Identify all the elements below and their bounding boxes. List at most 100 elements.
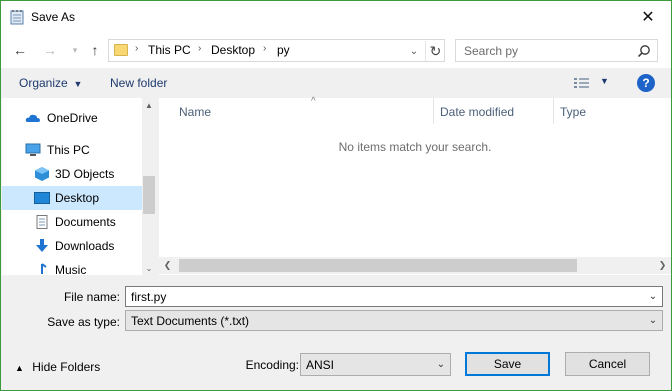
search-box (455, 39, 658, 62)
computer-icon (25, 143, 41, 156)
save-as-type-label: Save as type: (21, 315, 120, 329)
search-input[interactable] (456, 40, 631, 61)
organize-label: Organize (19, 76, 68, 90)
chevron-down-icon: ⌄ (145, 263, 153, 273)
encoding-label: Encoding: (237, 358, 299, 372)
nav-item-desktop[interactable]: Desktop (2, 186, 142, 210)
nav-item-3d-objects[interactable]: 3D Objects (2, 162, 142, 186)
documents-icon (36, 215, 48, 229)
up-button[interactable]: ↑ (85, 40, 105, 60)
scroll-up-button[interactable]: ▲ (142, 98, 156, 112)
scrollbar-thumb[interactable] (179, 259, 577, 272)
nav-label: This PC (47, 143, 90, 157)
arrow-right-icon: → (43, 42, 57, 58)
chevron-right-icon: › (198, 43, 202, 54)
column-label: Name (179, 105, 212, 119)
chevron-down-icon: ▾ (72, 44, 78, 55)
nav-label: OneDrive (47, 111, 98, 125)
column-label: Date modified (440, 105, 515, 119)
navigation-scrollbar[interactable]: ▲ ⌄ (142, 98, 156, 275)
address-bar[interactable]: › This PC › Desktop › py ⌄ ↻ (108, 39, 445, 62)
chevron-down-icon: ⌄ (648, 315, 658, 326)
chevron-left-icon: ❮ (163, 260, 172, 270)
sort-caret-icon: ^ (311, 96, 316, 107)
file-name-input[interactable] (126, 287, 662, 306)
close-icon: ✕ (641, 8, 655, 26)
search-icon[interactable] (637, 44, 651, 58)
new-folder-button[interactable]: New folder (110, 76, 167, 90)
nav-label: Music (55, 263, 87, 275)
encoding-value: ANSI (306, 358, 335, 372)
arrow-up-icon: ↑ (91, 42, 99, 58)
encoding-dropdown[interactable]: ⌄ (432, 354, 450, 375)
save-button[interactable]: Save (465, 352, 550, 376)
folder-icon (114, 44, 128, 56)
hide-folders-button[interactable]: ▲ Hide Folders (15, 360, 100, 374)
organize-button[interactable]: Organize ▼ (19, 76, 82, 90)
nav-item-music[interactable]: Music (2, 258, 142, 275)
cancel-button[interactable]: Cancel (565, 352, 650, 376)
desktop-icon (34, 192, 50, 204)
nav-item-downloads[interactable]: Downloads (2, 234, 142, 258)
downloads-icon (36, 239, 48, 252)
navigation-pane: OneDrive This PC 3D Objects Desktop Docu… (2, 98, 156, 275)
breadcrumb-py[interactable]: py (277, 43, 290, 57)
music-icon (41, 263, 47, 274)
column-header-type[interactable]: Type (554, 98, 671, 124)
nav-label: Desktop (55, 191, 100, 205)
navigation-bar: ← → ▾ ↑ › This PC › Desktop › py ⌄ ↻ (1, 32, 671, 68)
save-as-type-value: Text Documents (*.txt) (131, 314, 250, 328)
command-bar: Organize ▼ New folder ▼ ? (1, 68, 671, 98)
horizontal-scrollbar[interactable]: ❮ ❯ (159, 257, 671, 274)
save-as-dialog: Save As ✕ ← → ▾ ↑ › This PC › Desktop › … (0, 0, 672, 391)
title-bar: Save As ✕ (1, 1, 671, 32)
recent-locations-button[interactable]: ▾ (65, 40, 85, 60)
nav-label: 3D Objects (55, 167, 115, 181)
scroll-down-button[interactable]: ⌄ (142, 261, 156, 275)
column-header-date-modified[interactable]: Date modified (434, 98, 554, 124)
scroll-right-button[interactable]: ❯ (654, 257, 671, 274)
nav-item-documents[interactable]: Documents (2, 210, 142, 234)
caret-up-icon: ▲ (145, 100, 153, 110)
file-name-label: File name: (21, 290, 120, 304)
column-label: Type (560, 105, 587, 119)
chevron-right-icon: › (135, 43, 139, 54)
details-view-icon (574, 78, 589, 88)
refresh-icon: ↻ (429, 42, 442, 59)
scrollbar-thumb[interactable] (143, 176, 155, 214)
breadcrumb-desktop[interactable]: Desktop (211, 43, 255, 57)
forward-button[interactable]: → (40, 40, 60, 60)
nav-item-this-pc[interactable]: This PC (2, 138, 142, 162)
address-dropdown-button[interactable]: ⌄ (405, 42, 423, 60)
scroll-left-button[interactable]: ❮ (159, 257, 176, 274)
caret-up-icon: ▲ (15, 363, 29, 373)
save-as-type-select[interactable]: Text Documents (*.txt) ⌄ (125, 310, 663, 331)
chevron-down-icon: ⌄ (436, 359, 446, 370)
close-button[interactable]: ✕ (625, 1, 671, 32)
onedrive-icon (25, 114, 40, 122)
save-as-type-dropdown[interactable]: ⌄ (644, 311, 662, 330)
file-name-label-text: File name: (63, 290, 120, 304)
breadcrumb-this-pc[interactable]: This PC (148, 43, 191, 57)
notepad-icon (10, 10, 24, 25)
window-title: Save As (31, 10, 76, 24)
help-icon: ? (642, 76, 650, 90)
nav-item-onedrive[interactable]: OneDrive (2, 106, 142, 130)
change-view-button[interactable]: ▼ (573, 75, 613, 91)
encoding-select[interactable]: ANSI ⌄ (300, 353, 451, 376)
caret-down-icon: ▼ (71, 79, 83, 89)
nav-label: Documents (55, 215, 116, 229)
back-button[interactable]: ← (10, 40, 30, 60)
chevron-right-icon: ❯ (658, 260, 667, 270)
help-button[interactable]: ? (637, 74, 655, 92)
save-as-type-label-text: Save as type: (47, 315, 120, 329)
chevron-down-icon: ⌄ (648, 291, 658, 302)
arrow-left-icon: ← (13, 42, 27, 58)
refresh-button[interactable]: ↻ (425, 41, 445, 61)
column-header-name[interactable]: Name ^ (173, 96, 434, 124)
encoding-label-text: Encoding: (245, 358, 299, 372)
file-list-pane: Name ^ Date modified Type No items match… (159, 96, 671, 275)
file-name-dropdown[interactable]: ⌄ (644, 287, 662, 306)
empty-message: No items match your search. (338, 140, 492, 154)
hide-folders-label: Hide Folders (32, 360, 101, 374)
